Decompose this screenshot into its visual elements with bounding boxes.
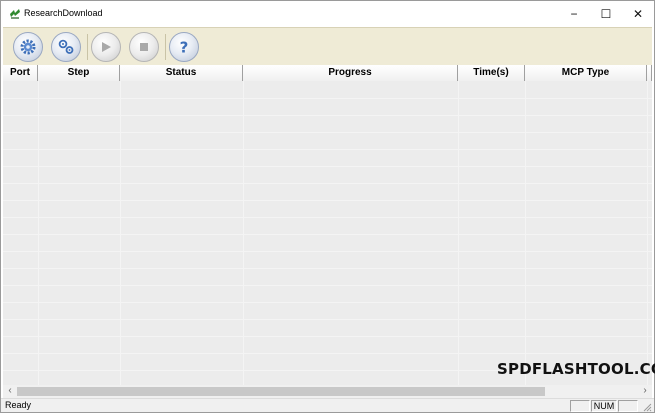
app-window: ResearchDownload − ☐ ✕ ? Port Step Statu… bbox=[0, 0, 655, 413]
minimize-button[interactable]: − bbox=[558, 1, 590, 27]
help-icon: ? bbox=[180, 39, 189, 57]
toolbar: ? bbox=[3, 27, 652, 65]
port-table: Port Step Status Progress Time(s) MCP Ty… bbox=[3, 65, 652, 385]
grid-row-line bbox=[3, 268, 652, 269]
status-text: Ready bbox=[5, 400, 32, 410]
grid-column-line bbox=[458, 81, 459, 385]
grid-row-line bbox=[3, 166, 652, 167]
grid-row-line bbox=[3, 319, 652, 320]
stop-button[interactable] bbox=[129, 32, 159, 62]
svg-text:?: ? bbox=[180, 39, 189, 57]
help-button[interactable]: ? bbox=[169, 32, 199, 62]
column-header-time[interactable]: Time(s) bbox=[458, 65, 525, 81]
status-panel-scroll bbox=[618, 400, 638, 412]
toolbar-separator bbox=[165, 34, 166, 60]
resize-grip-icon[interactable] bbox=[641, 401, 652, 412]
column-header-port[interactable]: Port bbox=[3, 65, 38, 81]
toolbar-separator bbox=[87, 34, 88, 60]
grid-row-line bbox=[3, 336, 652, 337]
scroll-left-icon[interactable]: ‹ bbox=[3, 385, 17, 398]
maximize-button[interactable]: ☐ bbox=[590, 1, 622, 27]
grid-row-line bbox=[3, 200, 652, 201]
settings-button[interactable] bbox=[51, 32, 81, 62]
grid-row-line bbox=[3, 98, 652, 99]
grid-row-line bbox=[3, 217, 652, 218]
status-panel-caps bbox=[570, 400, 590, 412]
grid-row-line bbox=[3, 353, 652, 354]
horizontal-scrollbar[interactable]: ‹ › bbox=[3, 385, 652, 398]
window-title: ResearchDownload bbox=[24, 8, 103, 18]
load-packet-button[interactable] bbox=[13, 32, 43, 62]
start-button[interactable] bbox=[91, 32, 121, 62]
scroll-right-icon[interactable]: › bbox=[638, 385, 652, 398]
gears-icon bbox=[58, 39, 74, 54]
grid-column-line bbox=[120, 81, 121, 385]
grid-column-line bbox=[243, 81, 244, 385]
column-header-status[interactable]: Status bbox=[120, 65, 243, 81]
grid-row-line bbox=[3, 251, 652, 252]
grid-row-line bbox=[3, 132, 652, 133]
grid-row-line bbox=[3, 115, 652, 116]
grid-row-line bbox=[3, 183, 652, 184]
title-bar[interactable]: ResearchDownload − ☐ ✕ bbox=[1, 1, 654, 27]
grid-column-line bbox=[38, 81, 39, 385]
status-panel-num: NUM bbox=[591, 400, 617, 412]
column-header-mcp-type[interactable]: MCP Type bbox=[525, 65, 647, 81]
app-icon bbox=[10, 9, 20, 19]
close-button[interactable]: ✕ bbox=[622, 1, 654, 27]
status-bar: Ready NUM bbox=[1, 398, 654, 412]
grid-column-line bbox=[525, 81, 526, 385]
column-header-filler bbox=[647, 65, 652, 81]
column-header-progress[interactable]: Progress bbox=[243, 65, 458, 81]
watermark: SPDFLASHTOOL.COM bbox=[497, 360, 655, 378]
gear-icon bbox=[20, 39, 36, 55]
scroll-thumb[interactable] bbox=[17, 387, 545, 396]
grid-column-line bbox=[647, 81, 648, 385]
table-header: Port Step Status Progress Time(s) MCP Ty… bbox=[3, 65, 652, 81]
grid-row-line bbox=[3, 234, 652, 235]
grid-row-line bbox=[3, 285, 652, 286]
grid-row-line bbox=[3, 149, 652, 150]
stop-icon bbox=[140, 43, 148, 51]
table-body[interactable] bbox=[3, 81, 652, 385]
grid-row-line bbox=[3, 302, 652, 303]
column-header-step[interactable]: Step bbox=[38, 65, 120, 81]
play-icon bbox=[102, 42, 111, 52]
